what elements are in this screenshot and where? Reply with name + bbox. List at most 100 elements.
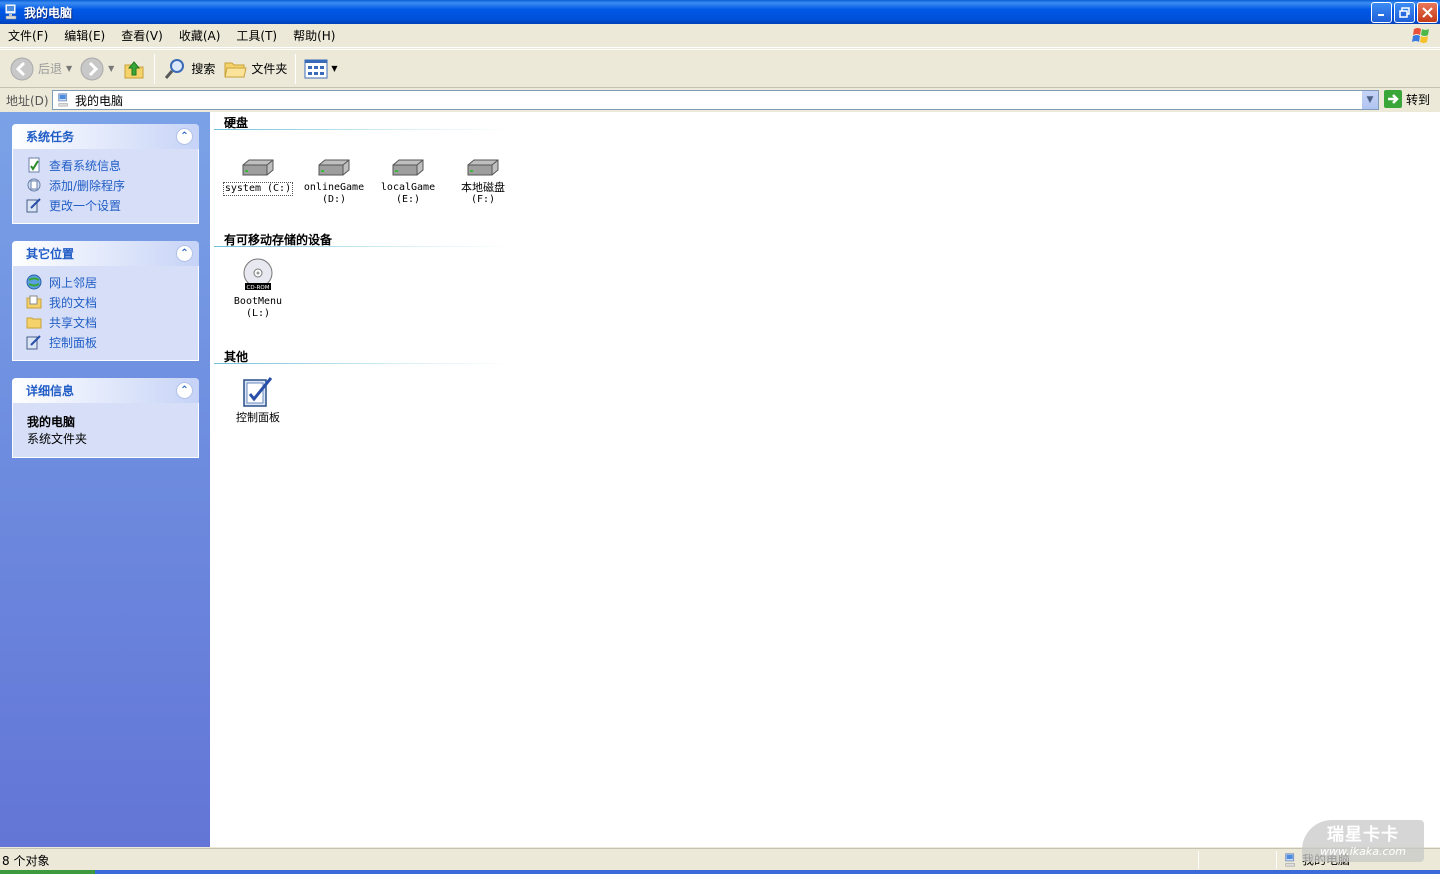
status-object-count: 8 个对象 (2, 854, 50, 868)
my-computer-icon (58, 93, 68, 107)
system-tasks-body: 查看系统信息 添加/删除程序 更改一个设置 (12, 149, 199, 224)
system-tasks-header[interactable]: 系统任务 ⌃ (12, 124, 199, 149)
views-button[interactable]: ▼ (300, 53, 341, 85)
close-button[interactable] (1417, 2, 1438, 23)
address-label: 地址(D) (6, 93, 49, 108)
drive-l-cdrom[interactable]: CD-ROM BootMenu (L:) (222, 258, 294, 320)
menu-bar: 文件(F) 编辑(E) 查看(V) 收藏(A) 工具(T) 帮助(H) (0, 24, 1440, 48)
views-dropdown-icon[interactable]: ▼ (331, 64, 337, 73)
back-button[interactable]: 后退 ▼ (6, 53, 76, 85)
task-pane: 系统任务 ⌃ 查看系统信息 添加/删除程序 更改一个设置 其它位置 ⌃ 网上邻居… (0, 112, 210, 847)
task-label: 查看系统信息 (49, 158, 122, 173)
watermark-url: www.ikaka.com (1319, 845, 1407, 858)
group-divider (214, 363, 514, 364)
other-places-header[interactable]: 其它位置 ⌃ (12, 241, 199, 266)
hard-drive-icon (318, 159, 350, 176)
details-type: 系统文件夹 (27, 432, 88, 446)
content-pane: 硬盘 system (C:) onlineGame (D:) localGame… (210, 112, 1440, 847)
item-label: 控制面板 (236, 411, 280, 424)
menu-view[interactable]: 查看(V) (113, 24, 171, 48)
search-button[interactable]: 搜索 (159, 53, 219, 85)
chevron-down-icon: ▼ (1366, 95, 1374, 105)
control-panel-icon (25, 196, 43, 214)
status-divider (1276, 851, 1277, 869)
forward-button[interactable]: ▼ (76, 53, 118, 85)
address-input[interactable]: 我的电脑 ▼ (52, 90, 1379, 110)
collapse-button[interactable]: ⌃ (176, 245, 193, 262)
collapse-button[interactable]: ⌃ (176, 382, 193, 399)
place-label: 网上邻居 (49, 275, 98, 290)
details-header[interactable]: 详细信息 ⌃ (12, 378, 199, 403)
place-label: 我的文档 (49, 295, 98, 310)
forward-dropdown-icon[interactable]: ▼ (108, 64, 114, 73)
drive-f[interactable]: 本地磁盘 (F:) (447, 146, 519, 206)
title-bar[interactable]: 我的电脑 (0, 0, 1440, 24)
task-view-system-info[interactable]: 查看系统信息 (25, 155, 186, 175)
place-shared-documents[interactable]: 共享文档 (25, 312, 186, 332)
address-value: 我的电脑 (75, 93, 124, 108)
collapse-button[interactable]: ⌃ (176, 128, 193, 145)
status-bar: 8 个对象 我的电脑 (0, 848, 1440, 870)
drive-letter: (E:) (395, 194, 421, 205)
network-icon (25, 273, 43, 291)
search-icon (165, 58, 185, 79)
drive-letter: (F:) (470, 194, 496, 205)
forward-arrow-icon (80, 57, 104, 80)
my-computer-icon (1285, 852, 1295, 866)
drive-label: BootMenu (233, 296, 283, 307)
task-add-remove-programs[interactable]: 添加/删除程序 (25, 175, 186, 195)
drive-label: localGame (380, 182, 436, 193)
address-dropdown-button[interactable]: ▼ (1361, 91, 1378, 109)
window-title: 我的电脑 (24, 5, 73, 20)
hard-drive-icon (392, 159, 424, 176)
hard-drive-icon (242, 159, 274, 176)
system-tasks-title: 系统任务 (26, 130, 75, 144)
drive-c[interactable]: system (C:) (222, 146, 294, 196)
details-panel: 详细信息 ⌃ 我的电脑 系统文件夹 (12, 378, 199, 458)
back-dropdown-icon[interactable]: ▼ (66, 64, 72, 73)
drive-d[interactable]: onlineGame (D:) (298, 146, 370, 206)
folders-label: 文件夹 (251, 62, 288, 76)
place-network[interactable]: 网上邻居 (25, 272, 186, 292)
restore-button[interactable] (1394, 2, 1415, 23)
task-change-setting[interactable]: 更改一个设置 (25, 195, 186, 215)
place-control-panel[interactable]: 控制面板 (25, 332, 186, 352)
back-label: 后退 (38, 62, 63, 76)
svg-text:CD-ROM: CD-ROM (247, 285, 270, 291)
my-documents-icon (25, 293, 43, 311)
menu-favorites[interactable]: 收藏(A) (171, 24, 229, 48)
folders-button[interactable]: 文件夹 (219, 53, 291, 85)
drive-letter: (D:) (321, 194, 347, 205)
toolbar-separator (295, 53, 297, 84)
start-button-edge (0, 870, 95, 874)
folder-icon (224, 62, 247, 77)
details-body: 我的电脑 系统文件夹 (12, 403, 199, 458)
windows-logo-icon (1412, 28, 1429, 43)
system-info-icon (25, 156, 43, 174)
drive-e[interactable]: localGame (E:) (372, 146, 444, 206)
up-button[interactable] (118, 53, 150, 85)
folder-up-icon (124, 60, 144, 78)
toolbar-separator (154, 53, 156, 84)
menu-edit[interactable]: 编辑(E) (56, 24, 113, 48)
details-name: 我的电脑 (27, 415, 76, 429)
cd-drive-icon: CD-ROM (243, 258, 273, 291)
go-label: 转到 (1406, 92, 1431, 107)
search-label: 搜索 (191, 62, 216, 76)
go-button[interactable]: 转到 (1384, 90, 1430, 108)
group-divider (214, 246, 514, 247)
menu-help[interactable]: 帮助(H) (285, 24, 343, 48)
back-arrow-icon (10, 57, 34, 80)
place-my-documents[interactable]: 我的文档 (25, 292, 186, 312)
drive-label: system (C:) (222, 182, 294, 196)
task-label: 添加/删除程序 (49, 178, 126, 193)
drive-label: 本地磁盘 (461, 181, 505, 194)
menu-tools[interactable]: 工具(T) (228, 24, 285, 48)
system-tasks-panel: 系统任务 ⌃ 查看系统信息 添加/删除程序 更改一个设置 (12, 124, 199, 224)
control-panel-item[interactable]: 控制面板 (222, 376, 294, 424)
menu-file[interactable]: 文件(F) (0, 24, 56, 48)
hard-drive-icon (467, 159, 499, 176)
address-bar: 地址(D) 我的电脑 ▼ 转到 (0, 89, 1440, 111)
details-title: 详细信息 (26, 384, 75, 398)
minimize-button[interactable] (1371, 2, 1392, 23)
